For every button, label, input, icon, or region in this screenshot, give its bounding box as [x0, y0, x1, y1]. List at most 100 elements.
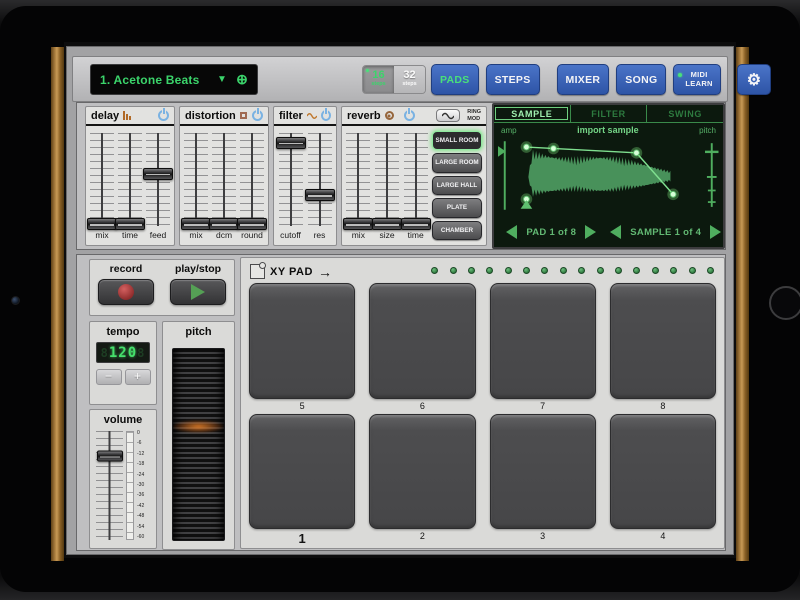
waveform-svg[interactable]: [511, 137, 706, 215]
volume-slider[interactable]: [96, 429, 123, 542]
preset-plate[interactable]: PLATE: [432, 198, 482, 217]
mix-slider[interactable]: [90, 131, 114, 228]
slider-handle[interactable]: [209, 218, 239, 230]
pad-cell-3: 3: [490, 414, 596, 545]
play-stop-button[interactable]: [170, 279, 226, 305]
slider-handle[interactable]: [372, 218, 402, 230]
time-slider[interactable]: [118, 131, 142, 228]
tempo-value: 120: [109, 345, 137, 361]
prev-sample-button[interactable]: [610, 225, 621, 239]
tab-sample[interactable]: SAMPLE: [494, 105, 570, 122]
next-sample-button[interactable]: [710, 225, 721, 239]
delay-power-icon[interactable]: [158, 110, 169, 121]
next-pad-button[interactable]: [585, 225, 596, 239]
slider-handle[interactable]: [181, 218, 211, 230]
slider-label: cutoff: [280, 228, 301, 241]
patch-selector[interactable]: 1. Acetone Beats ▼ ⊕: [90, 64, 258, 95]
slider-handle[interactable]: [305, 189, 335, 201]
mix-slider[interactable]: [346, 131, 370, 228]
filter-power-icon[interactable]: [321, 110, 331, 121]
drum-pad-8[interactable]: [610, 283, 716, 399]
waveform-shape: [528, 149, 670, 196]
envelope-node[interactable]: [523, 144, 529, 150]
top-bar: 1. Acetone Beats ▼ ⊕ 16 steps 32 steps P…: [72, 56, 728, 102]
tempo-minus-button[interactable]: −: [96, 369, 122, 385]
drum-pad-6[interactable]: [369, 283, 475, 399]
time-slider[interactable]: [404, 131, 428, 228]
slider-handle[interactable]: [276, 137, 306, 149]
home-button[interactable]: [769, 286, 800, 320]
pitch-env-slider[interactable]: [705, 137, 719, 215]
drum-machine-app: 1. Acetone Beats ▼ ⊕ 16 steps 32 steps P…: [66, 46, 734, 555]
steps-32-button[interactable]: 32 steps: [394, 66, 425, 93]
res-slider[interactable]: [308, 131, 332, 228]
tab-swing[interactable]: SWING: [646, 105, 723, 122]
drum-pad-3[interactable]: [490, 414, 596, 530]
pad-nav: PAD 1 of 8: [494, 220, 609, 244]
distortion-power-icon[interactable]: [252, 110, 263, 121]
preset-large-hall[interactable]: LARGE HALL: [432, 176, 482, 195]
record-button[interactable]: [98, 279, 154, 305]
slider-handle[interactable]: [87, 218, 117, 230]
step-led: [468, 267, 475, 274]
reverb-title: reverb: [347, 110, 381, 122]
tempo-plus-button[interactable]: +: [125, 369, 151, 385]
volume-slider-handle[interactable]: [97, 451, 123, 462]
drum-pad-1[interactable]: [249, 414, 355, 530]
effects-section: delay mixtimefeed distortion mixdcmround…: [76, 102, 726, 250]
envelope-node[interactable]: [670, 191, 676, 197]
slider-track: [240, 133, 264, 226]
tab-midi-learn[interactable]: MIDI LEARN: [673, 64, 720, 95]
drum-pad-2[interactable]: [369, 414, 475, 530]
slider-handle[interactable]: [143, 168, 173, 180]
slider-handle[interactable]: [115, 218, 145, 230]
envelope-node[interactable]: [550, 146, 556, 152]
slider-handle[interactable]: [237, 218, 267, 230]
steps-16-button[interactable]: 16 steps: [363, 66, 394, 93]
tab-sample-label: SAMPLE: [495, 107, 568, 120]
step-led: [431, 267, 438, 274]
tab-filter[interactable]: FILTER: [570, 105, 647, 122]
xy-pad-button[interactable]: XY PAD →: [250, 264, 332, 279]
prev-pad-button[interactable]: [506, 225, 517, 239]
slider-handle[interactable]: [343, 218, 373, 230]
pitch-wheel[interactable]: [172, 348, 225, 541]
round-slider[interactable]: [240, 131, 264, 228]
dcm-slider[interactable]: [212, 131, 236, 228]
pitch-label: pitch: [163, 322, 234, 338]
pad-number: 3: [490, 529, 596, 544]
preset-chamber[interactable]: CHAMBER: [432, 221, 482, 240]
pitch-env-label: pitch: [699, 126, 716, 135]
record-label: record: [110, 263, 143, 275]
import-sample-button[interactable]: import sample: [517, 125, 700, 135]
preset-large-room[interactable]: LARGE ROOM: [432, 153, 482, 172]
tab-mixer[interactable]: MIXER: [557, 64, 610, 95]
tempo-display: 120: [96, 342, 150, 363]
reverb-power-icon[interactable]: [404, 110, 415, 121]
volume-scale-tick: -24: [137, 473, 152, 478]
amp-slider[interactable]: [498, 137, 511, 215]
slider-col-time: time: [116, 131, 144, 241]
mix-slider[interactable]: [184, 131, 208, 228]
ring-mod-button[interactable]: [436, 109, 460, 122]
tab-pads[interactable]: PADS: [431, 64, 479, 95]
drum-pad-7[interactable]: [490, 283, 596, 399]
tab-song[interactable]: SONG: [616, 64, 666, 95]
drum-pad-5[interactable]: [249, 283, 355, 399]
pad-number: 6: [369, 399, 475, 414]
cutoff-slider[interactable]: [279, 131, 303, 228]
add-patch-icon[interactable]: ⊕: [236, 71, 248, 88]
feed-slider[interactable]: [146, 131, 170, 228]
tab-steps[interactable]: STEPS: [486, 64, 540, 95]
pad-number: 8: [610, 399, 716, 414]
delay-panel: delay mixtimefeed: [85, 106, 175, 246]
dropdown-icon[interactable]: ▼: [217, 74, 227, 85]
volume-scale-tick: -30: [137, 483, 152, 488]
settings-button[interactable]: ⚙: [737, 64, 772, 95]
size-slider[interactable]: [375, 131, 399, 228]
envelope-node[interactable]: [633, 150, 639, 156]
drum-pad-4[interactable]: [610, 414, 716, 530]
tempo-panel: tempo 120 − +: [89, 321, 157, 405]
preset-small-room[interactable]: SMALL ROOM: [432, 131, 482, 150]
slider-handle[interactable]: [401, 218, 431, 230]
